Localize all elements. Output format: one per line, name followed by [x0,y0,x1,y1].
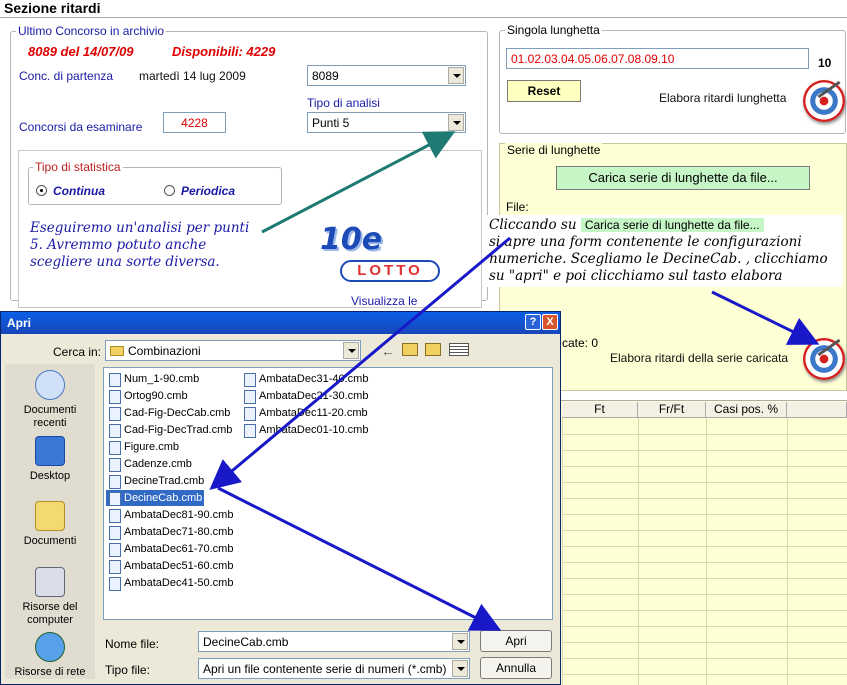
arrow-to-decinecab [209,236,511,490]
arrow-to-elabora [711,290,820,345]
arrow-to-tipo-analisi [261,131,456,234]
arrow-to-apri [217,486,502,631]
annotation-arrows [209,131,820,631]
